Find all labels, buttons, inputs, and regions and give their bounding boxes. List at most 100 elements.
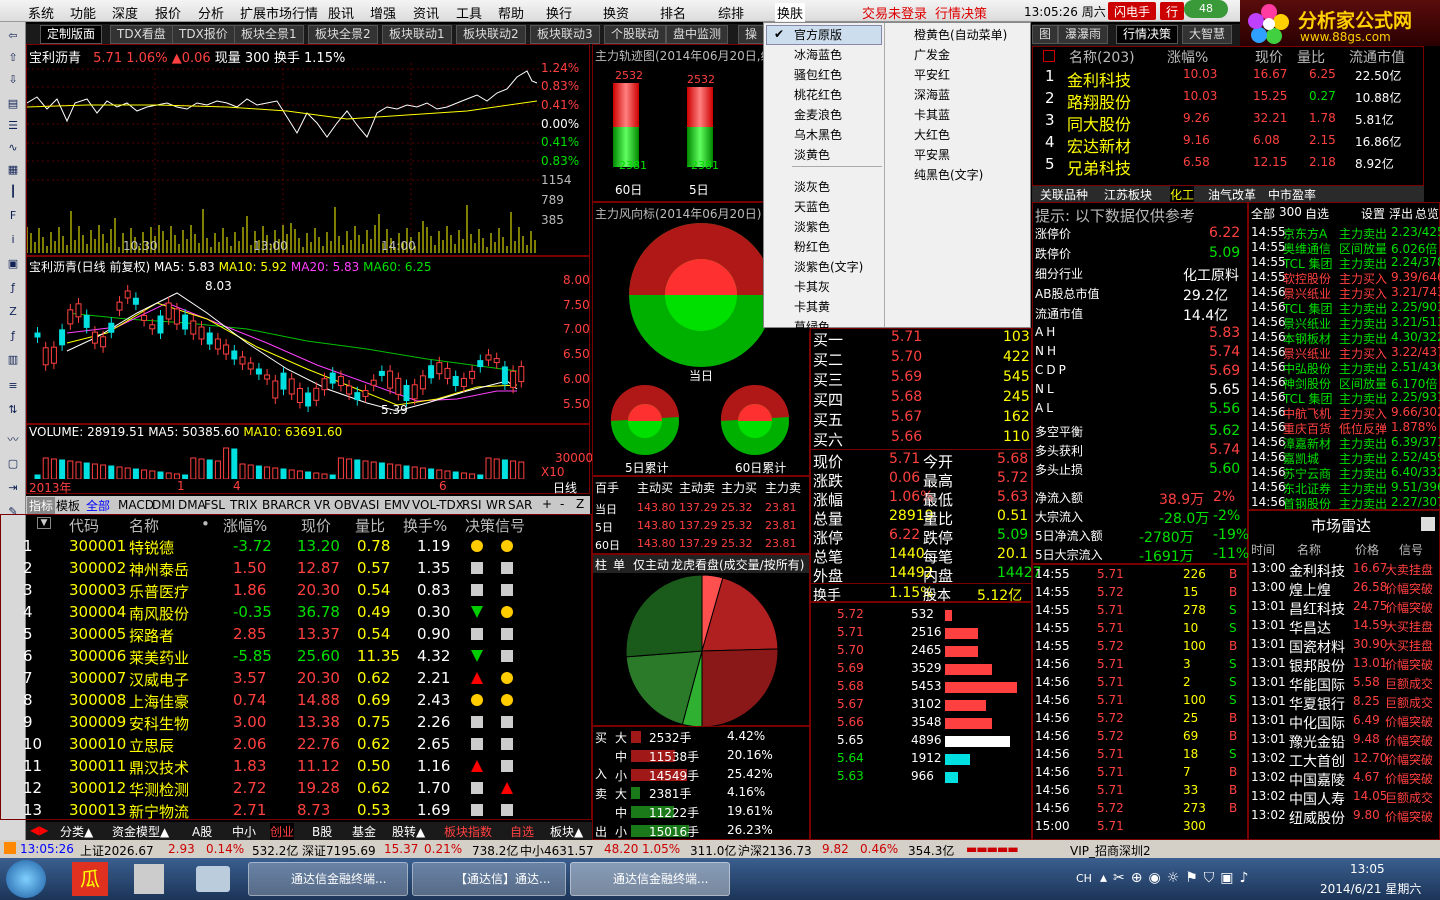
bid-price[interactable]: 5.67 [891,409,922,425]
skin-option[interactable]: 粉红色 [794,237,830,257]
tab-related[interactable]: 关联品种 [1040,186,1088,203]
skin-option[interactable]: 平安黑 [914,145,950,165]
tab-category[interactable]: 分类▲ [60,823,93,840]
back-arrow-icon[interactable]: ⇦ [4,28,22,44]
screen-icon[interactable] [196,866,230,892]
zoom-out-button[interactable]: - [560,497,564,511]
skin-option[interactable]: 淡黄色 [794,145,830,165]
table-icon[interactable]: ▥ [4,352,22,368]
depth-price[interactable]: 5.71 [837,625,864,639]
compare-icon[interactable]: ⇅ [4,402,22,418]
table-row[interactable]: 10 300010 立思辰 2.06 22.76 0.62 2.65 [23,735,591,757]
tray-icons[interactable]: ▴✂⊕◉☼⚑⛉▣♪ [1100,870,1254,886]
col-header-turnover[interactable]: 换手% [403,515,447,536]
col-header-name[interactable]: 名称 [129,515,159,536]
monitor-all[interactable]: 全部 [1251,205,1275,222]
rank-col-volratio[interactable]: 量比 [1297,47,1325,67]
menu-switch-info[interactable]: 换资 [603,3,629,22]
radar-name[interactable]: 中国人寿 [1289,789,1345,809]
skin-option[interactable]: 卡其蓝 [914,105,950,125]
depth-price[interactable]: 5.67 [837,697,864,711]
depth-price[interactable]: 5.69 [837,661,864,675]
formula-icon[interactable]: ƒ [4,280,22,296]
table-row[interactable]: 13 300013 新宁物流 2.71 8.73 0.53 1.69 [23,801,591,823]
tab-all[interactable]: 全部 [86,497,110,514]
exit-icon[interactable]: ⇥ [4,480,22,496]
grid-icon[interactable]: ▦ [4,162,22,178]
status-server[interactable]: VIP_招商深圳2 [1070,842,1151,859]
status-sz-index[interactable]: 深证7195.69 [302,842,376,859]
col-header-price[interactable]: 现价 [301,515,331,536]
tab-dmi[interactable]: DMI [152,498,175,512]
rank-name[interactable]: 同大股份 [1067,111,1131,135]
down-arrow-icon[interactable]: ⇩ [4,72,22,88]
tab-b-share[interactable]: B股 [312,823,332,840]
flash-trade-button[interactable]: 闪电手 [1108,2,1157,20]
quote-button[interactable]: 行 [1160,2,1185,20]
bid-price[interactable]: 5.71 [891,329,922,345]
menu-ranking[interactable]: 排名 [660,3,686,22]
tab-sector-link-1[interactable]: 板块联动1 [382,25,452,44]
tab-obv[interactable]: OBV [334,498,360,512]
message-badge[interactable]: 48 [1184,0,1228,18]
tab-dragon-tiger[interactable]: 龙虎看盘(成交量/按所有) [671,556,804,573]
menu-enhance[interactable]: 增强 [370,3,396,22]
radar-settings-icon[interactable] [1421,517,1435,531]
tab-intraday-monitor[interactable]: 盘中监测 [666,25,729,44]
depth-price[interactable]: 5.72 [837,607,864,621]
wave-icon[interactable]: 〰 [4,432,22,448]
col-header-code[interactable]: 代码 [69,515,99,536]
table-row[interactable]: 12 300012 华测检测 2.72 19.28 0.62 1.70 [23,779,591,801]
skin-option[interactable]: 天蓝色 [794,197,830,217]
skin-option[interactable]: 大红色 [914,125,950,145]
menu-system[interactable]: 系统 [28,3,54,22]
select-all-checkbox[interactable] [1043,50,1055,62]
menu-switch-row[interactable]: 换行 [546,3,572,22]
table-row[interactable]: 2 300002 神州泰岳 1.50 12.87 0.57 1.35 [23,559,591,581]
market-decision-link[interactable]: 行情决策 [935,3,987,22]
menu-comp-rank[interactable]: 综排 [718,3,744,22]
tab-waterfall[interactable]: 瀑瀑雨 [1058,25,1109,44]
radar-name[interactable]: 银邦股份 [1289,656,1345,676]
chart-icon[interactable]: ▤ [4,96,22,112]
table-row[interactable]: 8 300008 上海佳豪 0.74 14.88 0.69 2.43 [23,691,591,713]
tab-fund[interactable]: 基金 [352,823,376,840]
tab-a-share[interactable]: A股 [192,823,212,840]
menu-info[interactable]: 资讯 [413,3,439,22]
candle-icon[interactable]: ┃ [4,184,22,200]
window-icon[interactable]: ▢ [4,456,22,472]
app-melon-icon[interactable]: 瓜 [72,862,108,896]
radar-name[interactable]: 工大首创 [1289,751,1345,771]
table-row[interactable]: 1 300001 特锐德 -3.72 13.20 0.78 1.19 [23,537,591,559]
taskbar-item-tdx-1[interactable]: 通达信金融终端... [248,862,408,896]
tab-watchlist[interactable]: 自选 [510,823,534,840]
tab-stock-link[interactable]: 个股联动 [604,25,667,44]
tab-sector-index[interactable]: 板块指数 [444,823,492,840]
skin-option[interactable]: 淡紫色 [794,217,830,237]
tab-wr[interactable]: WR [486,498,506,512]
radar-name[interactable]: 华能国际 [1289,675,1345,695]
radar-name[interactable]: 金利科技 [1289,561,1345,581]
table-row[interactable]: 9 300009 安科生物 3.00 13.38 0.75 2.26 [23,713,591,735]
rank-name[interactable]: 兄弟科技 [1067,155,1131,179]
depth-price[interactable]: 5.66 [837,715,864,729]
bid-price[interactable]: 5.70 [891,349,922,365]
status-sh-index[interactable]: 上证2026.67 [80,842,154,859]
rank-name[interactable]: 宏达新材 [1067,133,1131,157]
table-row[interactable]: 4 300004 南风股份 -0.35 36.78 0.49 0.30 [23,603,591,625]
radar-name[interactable]: 华夏银行 [1289,694,1345,714]
tab-chinext[interactable]: 创业 [270,823,295,840]
rank-col-price[interactable]: 现价 [1255,47,1283,67]
tab-dma[interactable]: DMA [178,498,206,512]
daily-period-label[interactable]: 日线 [553,479,577,496]
f10-icon[interactable]: F [4,208,22,224]
monitor-watchlist[interactable]: 自选 [1305,205,1329,222]
taskbar-item-tdx-2[interactable]: 【通达信】通达... [412,862,566,896]
radar-name[interactable]: 豫光金铅 [1289,732,1345,752]
skin-option[interactable]: 深海蓝 [914,85,950,105]
tab-custom-layout[interactable]: 定制版面 [40,25,103,44]
radar-name[interactable]: 昌红科技 [1289,599,1345,619]
tab-fsl[interactable]: FSL [204,498,225,512]
depth-price[interactable]: 5.63 [837,769,864,783]
bid-price[interactable]: 5.66 [891,429,922,445]
